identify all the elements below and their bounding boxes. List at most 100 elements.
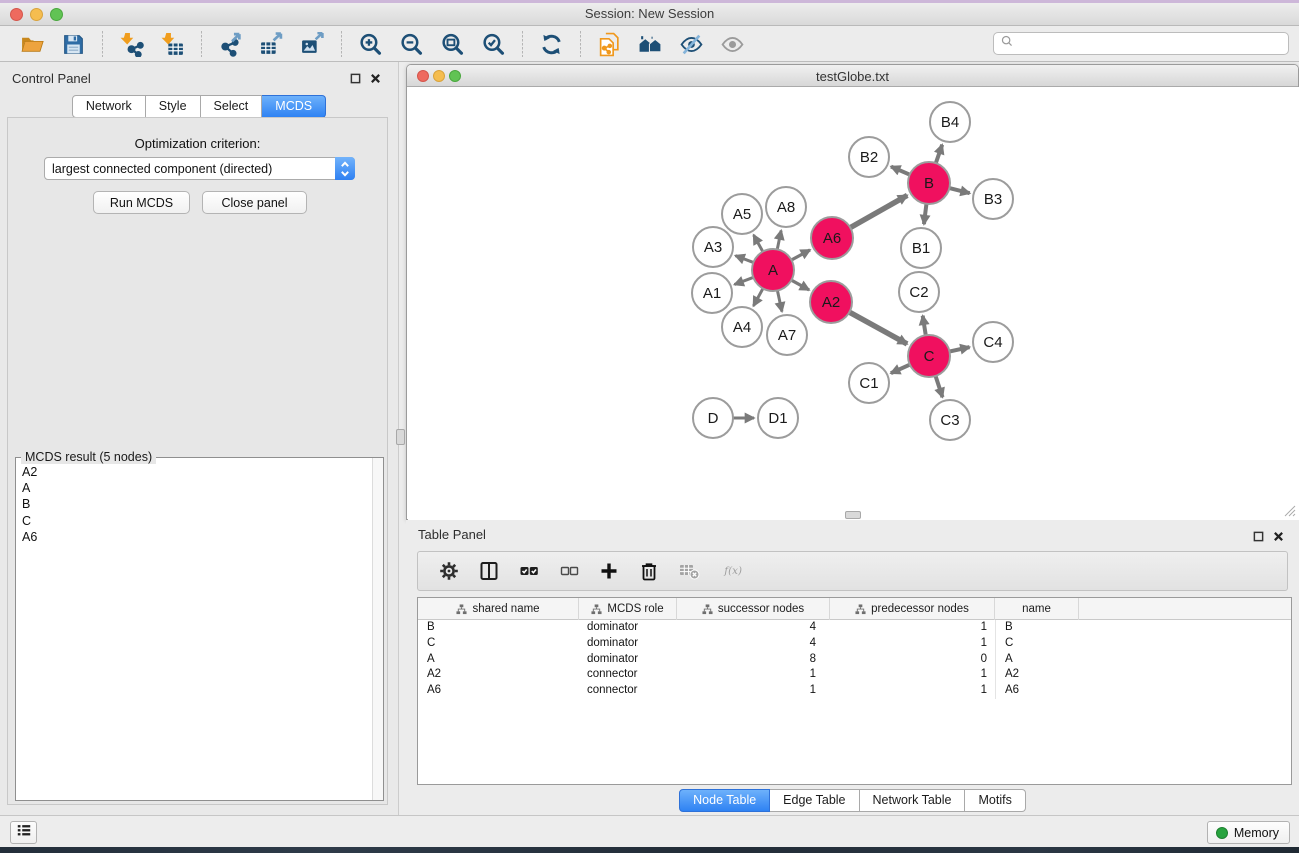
vertical-splitter-handle[interactable] (396, 429, 405, 445)
task-history-button[interactable] (10, 821, 37, 844)
table-tab-node-table[interactable]: Node Table (679, 789, 770, 812)
table-cell[interactable]: 1 (677, 683, 830, 699)
graph-node-A3[interactable]: A3 (693, 227, 733, 267)
result-item[interactable]: A6 (22, 529, 383, 545)
graph-node-C4[interactable]: C4 (973, 322, 1013, 362)
table-cell[interactable]: A (418, 652, 579, 668)
zoom-in-icon[interactable] (357, 31, 384, 58)
table-row[interactable]: A6connector11A6 (418, 683, 1291, 699)
table-tab-edge-table[interactable]: Edge Table (770, 789, 859, 812)
table-cell[interactable]: A (995, 652, 1079, 668)
table-cell[interactable]: 8 (677, 652, 830, 668)
table-cell[interactable]: A6 (418, 683, 579, 699)
graph-edge-C-C3[interactable] (935, 374, 943, 397)
run-mcds-button[interactable]: Run MCDS (93, 191, 190, 214)
memory-button[interactable]: Memory (1207, 821, 1290, 844)
result-item[interactable]: C (22, 513, 383, 529)
check-all-icon[interactable] (517, 559, 541, 583)
result-item[interactable]: A2 (22, 464, 383, 480)
table-cell[interactable]: C (418, 636, 579, 652)
table-cell[interactable]: dominator (579, 620, 677, 636)
graph-node-A4[interactable]: A4 (722, 307, 762, 347)
table-row[interactable]: Cdominator41C (418, 636, 1291, 652)
graph-node-A2[interactable]: A2 (810, 281, 852, 323)
graph-edge-B-B2[interactable] (891, 167, 912, 176)
column-header-name[interactable]: name (995, 598, 1079, 620)
add-icon[interactable] (597, 559, 621, 583)
table-cell[interactable]: A2 (995, 667, 1079, 683)
graph-node-B3[interactable]: B3 (973, 179, 1013, 219)
graph-node-A1[interactable]: A1 (692, 273, 732, 313)
graph-node-B2[interactable]: B2 (849, 137, 889, 177)
result-item[interactable]: A (22, 480, 383, 496)
criterion-dropdown[interactable]: largest connected component (directed) (44, 157, 355, 180)
column-header-mcds-role[interactable]: MCDS role (579, 598, 677, 620)
network-graph[interactable]: B4B2BB3A8A5A6A3B1AC2A1A2A4A7C4CC1C3DD1 (408, 87, 1299, 520)
graph-edge-A2-C[interactable] (848, 311, 907, 344)
graph-edge-A6-B[interactable] (849, 195, 908, 228)
graph-edge-A-A2[interactable] (790, 279, 809, 290)
column-header-predecessor-nodes[interactable]: predecessor nodes (830, 598, 995, 620)
graph-edge-A-A7[interactable] (777, 289, 782, 312)
result-scrollbar[interactable] (372, 458, 383, 800)
table-cell[interactable]: dominator (579, 636, 677, 652)
graph-node-A6[interactable]: A6 (811, 217, 853, 259)
open-folder-icon[interactable] (19, 31, 46, 58)
zoom-selected-icon[interactable] (480, 31, 507, 58)
horizontal-splitter-handle[interactable] (845, 511, 861, 519)
graph-node-C3[interactable]: C3 (930, 400, 970, 440)
export-image-icon[interactable] (299, 31, 326, 58)
close-table-panel-icon[interactable] (1272, 530, 1285, 543)
tab-style[interactable]: Style (146, 95, 201, 118)
table-cell[interactable]: A2 (418, 667, 579, 683)
table-cell[interactable]: C (995, 636, 1079, 652)
export-table-icon[interactable] (258, 31, 285, 58)
table-row[interactable]: A2connector11A2 (418, 667, 1291, 683)
graph-edge-A-A3[interactable] (735, 256, 755, 264)
graph-node-B[interactable]: B (908, 162, 950, 204)
table-row[interactable]: Bdominator41B (418, 620, 1291, 636)
table-cell[interactable]: dominator (579, 652, 677, 668)
table-cell[interactable]: 1 (677, 667, 830, 683)
graph-edge-B-B1[interactable] (924, 202, 927, 224)
table-cell[interactable]: connector (579, 683, 677, 699)
table-cell[interactable]: 4 (677, 636, 830, 652)
columns-icon[interactable] (477, 559, 501, 583)
graph-edge-C-C2[interactable] (923, 316, 926, 338)
tab-mcds[interactable]: MCDS (262, 95, 326, 118)
graph-edge-A-A1[interactable] (734, 277, 755, 285)
save-icon[interactable] (60, 31, 87, 58)
column-header-successor-nodes[interactable]: successor nodes (677, 598, 830, 620)
table-cell[interactable]: 1 (830, 636, 995, 652)
table-cell[interactable]: connector (579, 667, 677, 683)
import-table-icon[interactable] (159, 31, 186, 58)
graph-node-A5[interactable]: A5 (722, 194, 762, 234)
uncheck-all-icon[interactable] (557, 559, 581, 583)
graph-node-D[interactable]: D (693, 398, 733, 438)
mcds-result-list[interactable]: A2ABCA6 (16, 458, 383, 800)
zoom-fit-icon[interactable] (439, 31, 466, 58)
table-cell[interactable]: 1 (830, 683, 995, 699)
table-cell[interactable]: 4 (677, 620, 830, 636)
table-cell[interactable]: A6 (995, 683, 1079, 699)
graph-node-C1[interactable]: C1 (849, 363, 889, 403)
graph-edge-A-A6[interactable] (790, 250, 810, 261)
graph-node-B4[interactable]: B4 (930, 102, 970, 142)
graph-edge-C-C1[interactable] (891, 364, 912, 373)
zoom-out-icon[interactable] (398, 31, 425, 58)
network-canvas[interactable]: B4B2BB3A8A5A6A3B1AC2A1A2A4A7C4CC1C3DD1 (408, 87, 1299, 520)
hide-selected-icon[interactable] (678, 31, 705, 58)
close-panel-icon[interactable] (369, 72, 382, 85)
graph-node-C[interactable]: C (908, 335, 950, 377)
search-box[interactable] (993, 32, 1289, 55)
resize-grip[interactable] (1283, 504, 1296, 517)
result-item[interactable]: B (22, 496, 383, 512)
graph-node-B1[interactable]: B1 (901, 228, 941, 268)
graph-edge-A-A8[interactable] (777, 231, 781, 252)
graph-edge-A-A4[interactable] (753, 287, 763, 306)
refresh-icon[interactable] (538, 31, 565, 58)
import-network-icon[interactable] (118, 31, 145, 58)
graph-node-C2[interactable]: C2 (899, 272, 939, 312)
table-cell[interactable]: 0 (830, 652, 995, 668)
graph-node-A[interactable]: A (752, 249, 794, 291)
